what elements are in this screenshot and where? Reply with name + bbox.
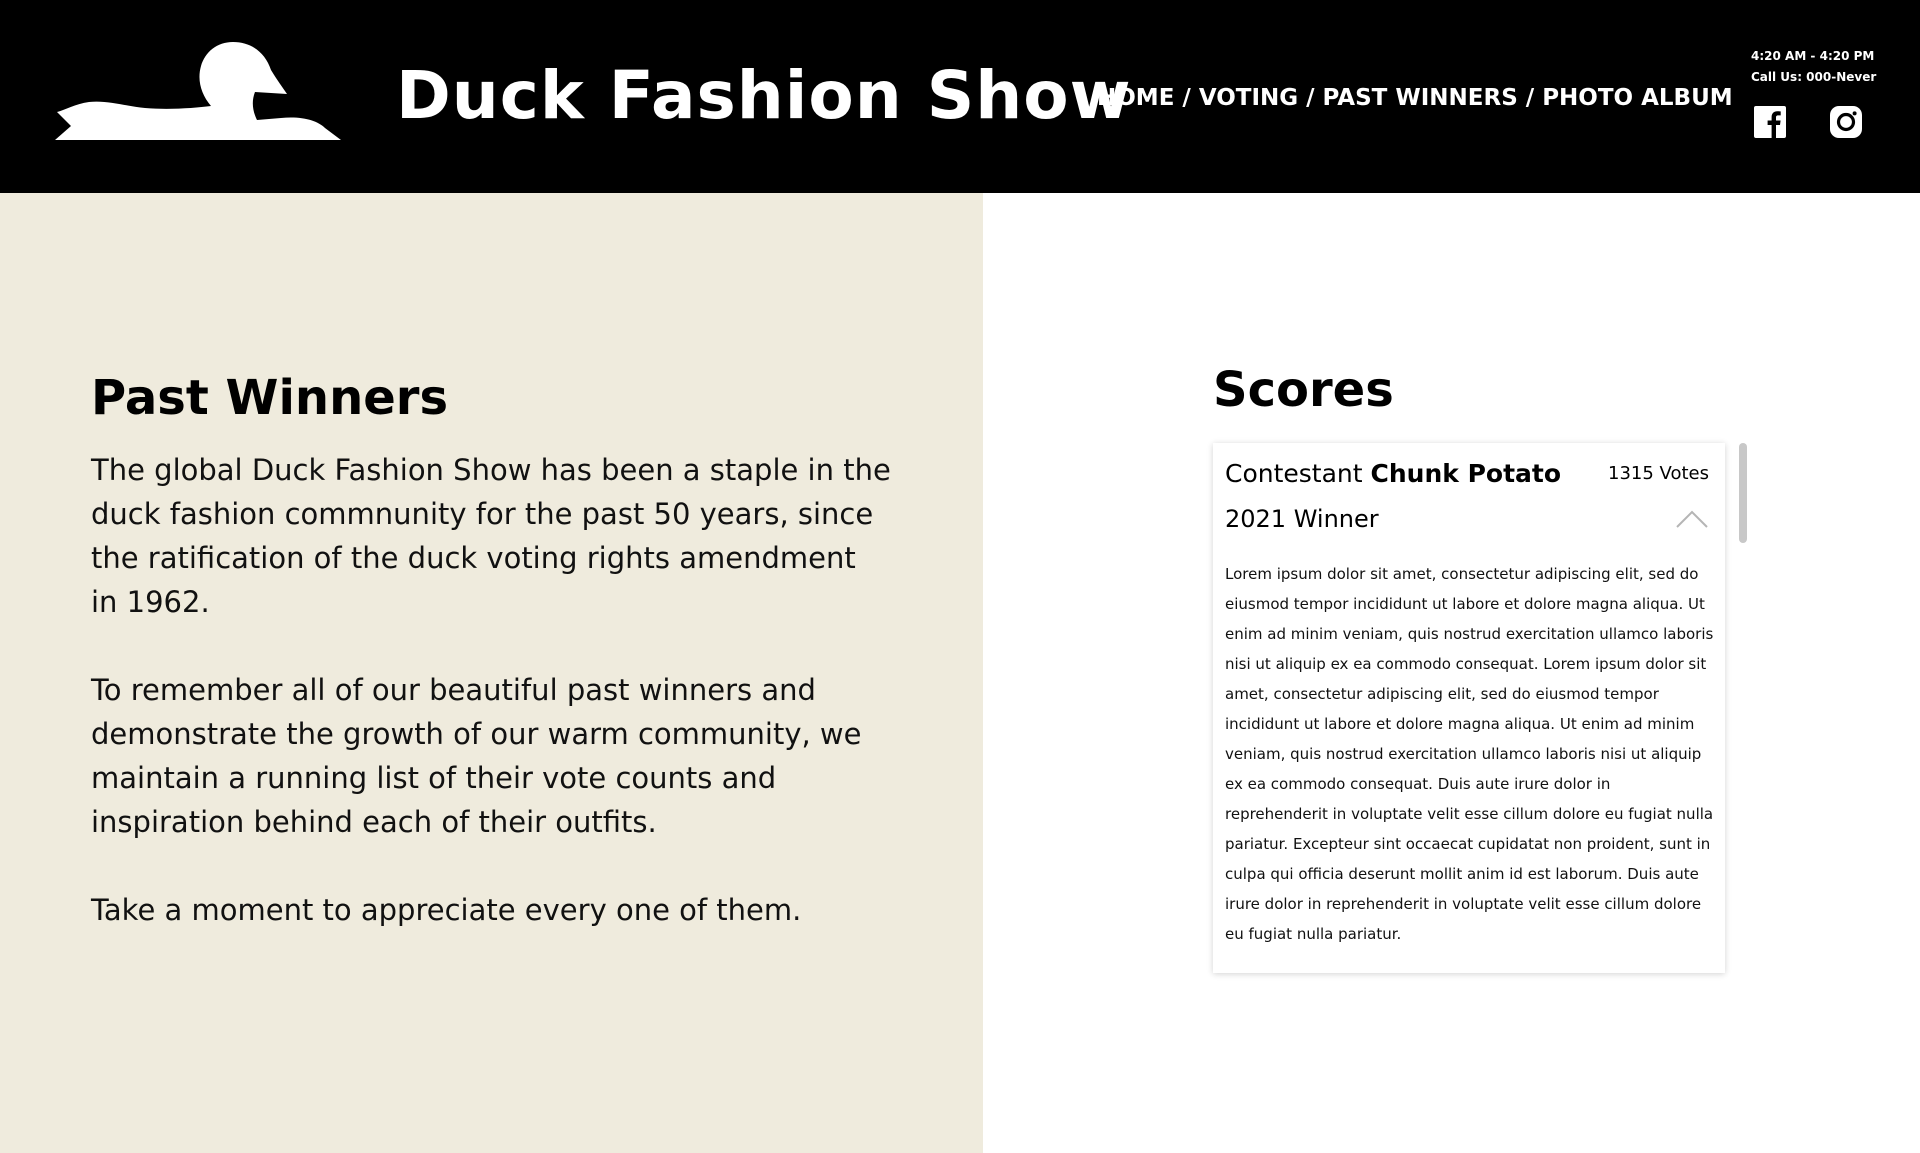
nav-home-link[interactable]: HOME (1097, 85, 1174, 111)
scores-heading: Scores (1213, 362, 1394, 418)
past-winners-heading: Past Winners (91, 370, 449, 426)
site-header: Duck Fashion Show HOME / VOTING / PAST W… (0, 0, 1920, 193)
score-card-header[interactable]: Contestant Chunk Potato 1315 Votes (1225, 457, 1709, 489)
nav-photo-album-link[interactable]: PHOTO ALBUM (1542, 85, 1732, 111)
score-card-subheader: 2021 Winner (1225, 503, 1709, 535)
scores-scrollbar[interactable] (1739, 443, 1747, 543)
nav-voting-link[interactable]: VOTING (1199, 85, 1298, 111)
winner-label: 2021 Winner (1225, 505, 1379, 533)
vote-count: 1315 Votes (1608, 462, 1709, 484)
contestant-prefix: Contestant (1225, 458, 1363, 488)
nav-past-winners-link[interactable]: PAST WINNERS (1323, 85, 1518, 111)
phone-number: Call Us: 000-Never (1751, 70, 1877, 84)
nav-separator: / (1182, 85, 1191, 111)
contact-info: 4:20 AM - 4:20 PM Call Us: 000-Never (1751, 46, 1876, 88)
instagram-icon[interactable] (1830, 106, 1862, 138)
business-hours: 4:20 AM - 4:20 PM (1751, 49, 1875, 63)
past-winners-description: The global Duck Fashion Show has been a … (91, 448, 891, 976)
nav-separator: / (1525, 85, 1535, 111)
intro-paragraph: Take a moment to appreciate every one of… (91, 893, 802, 927)
intro-paragraph: The global Duck Fashion Show has been a … (91, 453, 891, 619)
intro-paragraph: To remember all of our beautiful past wi… (91, 673, 862, 839)
nav-separator: / (1306, 85, 1315, 111)
site-title: Duck Fashion Show (396, 57, 1132, 134)
chevron-up-icon[interactable] (1675, 509, 1709, 529)
score-card: Contestant Chunk Potato 1315 Votes 2021 … (1213, 443, 1725, 973)
contestant-name: Chunk Potato (1370, 458, 1562, 488)
contestant-description: Lorem ipsum dolor sit amet, consectetur … (1225, 565, 1714, 943)
contestant-label: Contestant Chunk Potato (1225, 459, 1561, 488)
main-nav: HOME / VOTING / PAST WINNERS / PHOTO ALB… (1097, 80, 1733, 116)
facebook-icon[interactable] (1754, 106, 1786, 138)
duck-logo-icon[interactable] (55, 40, 341, 142)
